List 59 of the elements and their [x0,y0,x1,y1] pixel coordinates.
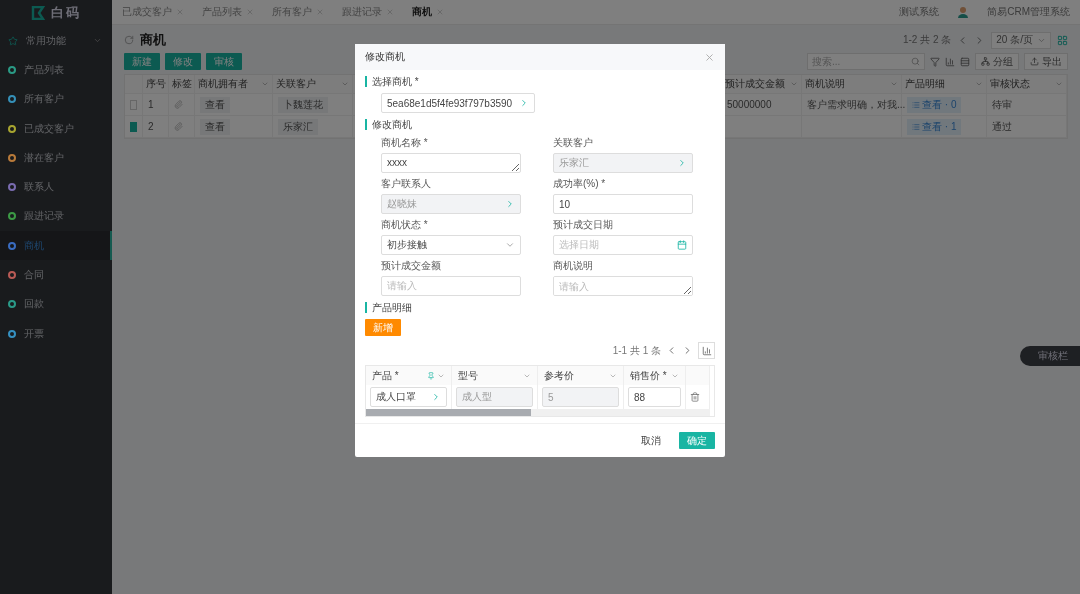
input-field[interactable]: 88 [628,387,681,407]
column-header[interactable]: 商机拥有者 [195,75,273,94]
column-header[interactable]: 预计成交金额 [722,75,802,94]
column-header[interactable]: 参考价 [538,366,624,385]
tab[interactable]: 商机 [412,5,444,19]
field-label: 商机说明 [553,259,594,273]
owner-tag[interactable]: 查看 [200,118,230,135]
text-area[interactable]: 请输入 [553,276,693,296]
export-button[interactable]: 导出 [1024,53,1068,70]
page-size-select[interactable]: 20 条/页 [991,31,1051,49]
table-cell: 1 [143,94,169,116]
field-label: 预计成交日期 [553,218,614,232]
product-link[interactable]: 查看 · 0 [907,96,962,113]
field-label: 商机状态 * [381,218,429,232]
group-button[interactable]: 分组 [975,53,1019,70]
sidebar-item[interactable]: 商机 [0,231,112,261]
column-header[interactable]: 产品明细 [902,75,987,94]
column-header: 序号 [143,75,169,94]
dialog-title: 修改商机 [365,50,405,64]
field-label: 预计成交金额 [381,259,442,273]
confirm-button[interactable]: 确定 [679,432,715,449]
table-cell: 2 [143,116,169,138]
section-title: 修改商机 [365,119,715,130]
column-header[interactable]: 销售价 * [624,366,686,385]
field-label: 商机名称 * [381,136,429,150]
cancel-button[interactable]: 取消 [635,432,667,449]
column-header[interactable]: 商机说明 [802,75,902,94]
owner-tag[interactable]: 查看 [200,96,230,113]
action-button[interactable]: 修改 [165,53,201,70]
product-link[interactable]: 查看 · 1 [907,118,962,135]
page-title: 商机 [140,31,166,49]
logo-text: 白码 [51,4,81,22]
select-field[interactable]: 初步接触 [381,235,521,255]
action-button[interactable]: 审核 [206,53,242,70]
field-label: 成功率(%) * [553,177,607,191]
sidebar-item[interactable]: 合同 [0,260,112,290]
column-header[interactable]: 关联客户 [273,75,353,94]
add-button[interactable]: 新增 [365,319,401,336]
side-panel-button[interactable]: 审核栏 [1020,346,1080,366]
field-label: 关联客户 [553,136,594,150]
sidebar-item[interactable]: 联系人 [0,172,112,202]
customer-tag[interactable]: 乐家汇 [278,118,318,135]
text-area[interactable]: xxxx [381,153,521,173]
customer-tag[interactable]: 卜魏莲花 [278,96,328,113]
pagination-summary: 1-1 共 1 条 [612,343,661,358]
action-button[interactable]: 新建 [124,53,160,70]
table-cell: 通过 [987,116,1067,138]
lookup-field[interactable]: 成人口罩 [370,387,447,407]
section-title: 选择商机 * [365,76,715,87]
column-header[interactable]: 产品 * [366,366,452,385]
column-header: 标签 [169,75,195,94]
table-cell: 待审 [987,94,1067,116]
section-title: 产品明细 [365,302,715,313]
field-label: 客户联系人 [381,177,432,191]
lookup-field[interactable]: 5ea68e1d5f4fe93f797b3590 [381,93,535,113]
input-field[interactable]: 10 [553,194,693,214]
input-field[interactable]: 请输入 [381,276,521,296]
column-header[interactable]: 型号 [452,366,538,385]
column-header[interactable]: 审核状态 [987,75,1067,94]
